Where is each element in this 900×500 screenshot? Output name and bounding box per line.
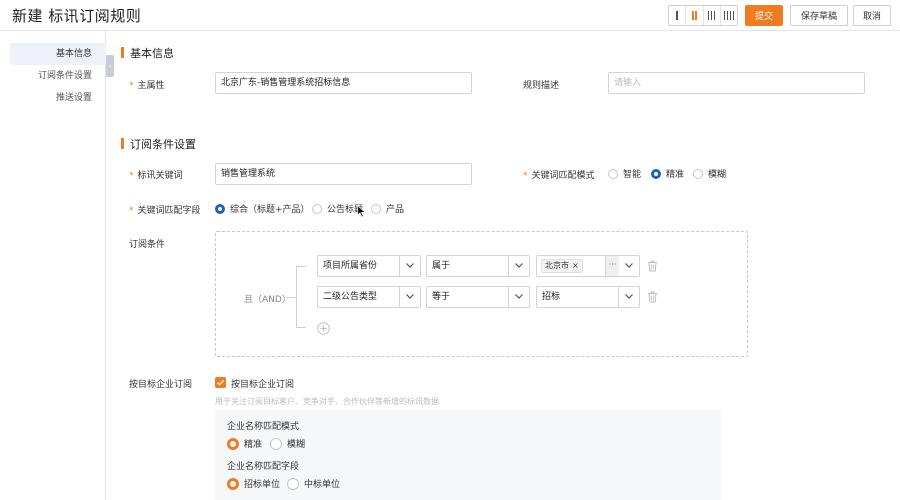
chevron-down-icon xyxy=(625,263,633,268)
desc-input[interactable]: 请输入 xyxy=(608,72,865,94)
page-title: 新建 标讯订阅规则 xyxy=(12,7,142,25)
chevron-down-icon xyxy=(406,263,414,268)
target-options-panel: 企业名称匹配模式 精准 模糊 企业名称匹配字段 招标单位 中标单位 xyxy=(215,410,721,500)
logic-bracket xyxy=(296,266,306,328)
target-hint: 用于关注订阅目标客户、竞争对手、合作伙伴等新增的标讯数据 xyxy=(215,397,439,406)
match-mode-exact-radio[interactable]: 精准 xyxy=(651,167,684,180)
target-checkbox[interactable] xyxy=(215,377,226,388)
check-icon xyxy=(217,379,225,386)
chevron-down-icon xyxy=(515,294,523,299)
conditions-box: 且（AND） 项目所属省份 属于 北京市 × ··· 二级公告类型 等于 招标 xyxy=(215,231,748,357)
chevron-left-icon: ‹ xyxy=(108,62,112,70)
sidebar-item-push-settings[interactable]: 推送设置 xyxy=(10,87,106,109)
save-draft-button[interactable]: 保存草稿 xyxy=(790,5,848,26)
radio-icon xyxy=(608,168,618,179)
match-mode-fuzzy-radio[interactable]: 模糊 xyxy=(693,167,726,180)
radio-icon xyxy=(693,168,703,179)
layout-2-column-button[interactable] xyxy=(685,6,702,25)
sidebar-item-basic-info[interactable]: 基本信息 xyxy=(10,43,106,65)
tag-close-icon[interactable]: × xyxy=(572,260,579,272)
condition-value-select[interactable]: 招标 xyxy=(536,286,640,308)
owner-input[interactable]: 北京广东-销售管理系统招标信息 xyxy=(215,72,472,94)
match-mode-label: 关键词匹配模式 xyxy=(523,168,595,181)
radio-checked-icon xyxy=(227,437,239,450)
trash-icon[interactable] xyxy=(647,260,658,272)
name-field-winner-radio[interactable]: 中标单位 xyxy=(287,477,340,490)
submit-button[interactable]: 提交 xyxy=(745,5,783,26)
name-field-label: 企业名称匹配字段 xyxy=(227,462,300,472)
condition-value-select[interactable]: 北京市 × ··· xyxy=(536,255,640,277)
match-field-title-radio[interactable]: 公告标题 xyxy=(312,202,363,215)
section-title-conditions: 订阅条件设置 xyxy=(121,136,196,152)
radio-checked-icon xyxy=(215,203,225,214)
name-mode-label: 企业名称匹配模式 xyxy=(227,422,300,432)
name-mode-fuzzy-radio[interactable]: 模糊 xyxy=(270,437,305,450)
mouse-cursor-icon xyxy=(357,205,366,218)
logic-label: 且（AND） xyxy=(244,295,291,305)
target-label: 按目标企业订阅 xyxy=(129,380,193,390)
conditions-label: 订阅条件 xyxy=(129,240,166,250)
radio-icon xyxy=(312,203,322,214)
keyword-label: 标讯关键词 xyxy=(129,168,183,181)
condition-field-select[interactable]: 项目所属省份 xyxy=(317,255,421,277)
owner-label: 主属性 xyxy=(129,78,165,91)
target-checkbox-label: 按目标企业订阅 xyxy=(231,380,295,390)
match-mode-smart-radio[interactable]: 智能 xyxy=(608,167,641,180)
more-values-button[interactable]: ··· xyxy=(605,256,619,276)
condition-operator-select[interactable]: 等于 xyxy=(426,286,530,308)
name-field-tender-radio[interactable]: 招标单位 xyxy=(227,477,280,490)
radio-icon xyxy=(371,203,381,214)
value-tag: 北京市 × xyxy=(541,259,583,273)
match-field-label: 关键词匹配字段 xyxy=(129,203,201,216)
name-mode-exact-radio[interactable]: 精准 xyxy=(227,437,262,450)
radio-checked-icon xyxy=(651,168,661,179)
layout-3-column-button[interactable] xyxy=(702,6,720,25)
chevron-down-icon xyxy=(515,263,523,268)
page-header: 新建 标讯订阅规则 提交 保存草稿 取消 xyxy=(0,0,900,31)
match-field-combined-radio[interactable]: 综合（标题+产品） xyxy=(215,202,310,215)
chevron-down-icon xyxy=(625,294,633,299)
keyword-input[interactable]: 销售管理系统 xyxy=(215,163,472,185)
layout-1-column-button[interactable] xyxy=(669,6,685,25)
layout-switcher xyxy=(668,5,738,26)
sidebar-collapse-handle[interactable]: ‹ xyxy=(106,55,114,77)
chevron-down-icon xyxy=(406,294,414,299)
condition-field-select[interactable]: 二级公告类型 xyxy=(317,286,421,308)
section-title-basic: 基本信息 xyxy=(121,45,174,61)
radio-checked-icon xyxy=(227,477,239,490)
sidebar: 基本信息 订阅条件设置 推送设置 xyxy=(0,31,106,500)
cancel-button[interactable]: 取消 xyxy=(853,5,891,26)
desc-label: 规则描述 xyxy=(523,81,560,91)
radio-icon xyxy=(270,437,282,450)
radio-icon xyxy=(287,477,299,490)
add-condition-icon[interactable] xyxy=(317,322,330,335)
logic-connector xyxy=(286,297,296,298)
sidebar-item-conditions[interactable]: 订阅条件设置 xyxy=(10,65,106,87)
layout-4-column-button[interactable] xyxy=(719,6,737,25)
match-field-product-radio[interactable]: 产品 xyxy=(371,202,404,215)
trash-icon[interactable] xyxy=(647,291,658,303)
condition-operator-select[interactable]: 属于 xyxy=(426,255,530,277)
